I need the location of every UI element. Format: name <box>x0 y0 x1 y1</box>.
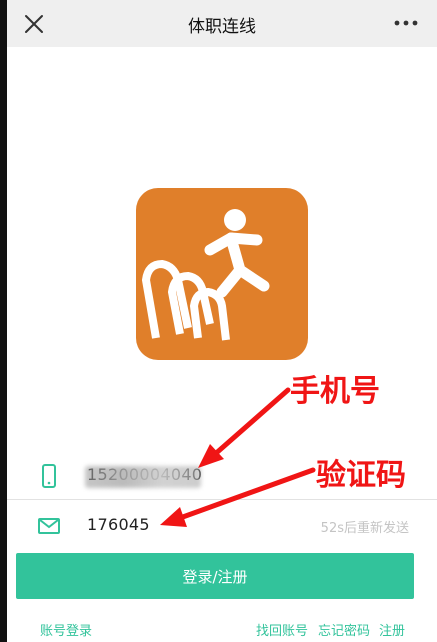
mail-icon <box>38 518 60 534</box>
code-input[interactable]: 176045 <box>87 515 150 534</box>
runner-logo-icon <box>136 188 308 360</box>
resend-code-button[interactable]: 52s后重新发送 <box>321 517 409 536</box>
login-register-button[interactable]: 登录/注册 <box>16 553 414 599</box>
annotation-phone-label: 手机号 <box>290 374 380 409</box>
window-edge <box>0 0 7 642</box>
title-bar: 体职连线 <box>7 0 437 47</box>
login-register-label: 登录/注册 <box>182 567 248 586</box>
find-account-link[interactable]: 找回账号 <box>256 620 308 639</box>
more-button[interactable] <box>391 10 421 36</box>
phone-icon <box>42 464 56 488</box>
annotation-code-label: 验证码 <box>316 458 406 493</box>
page-title: 体职连线 <box>188 17 256 37</box>
code-field-row[interactable]: 176045 52s后重新发送 <box>7 499 437 551</box>
forgot-password-link[interactable]: 忘记密码 <box>318 620 370 639</box>
phone-blur-mask <box>85 466 201 488</box>
app-logo <box>136 188 308 360</box>
account-login-link[interactable]: 账号登录 <box>40 620 92 639</box>
more-icon <box>394 20 418 26</box>
register-link[interactable]: 注册 <box>379 620 405 639</box>
